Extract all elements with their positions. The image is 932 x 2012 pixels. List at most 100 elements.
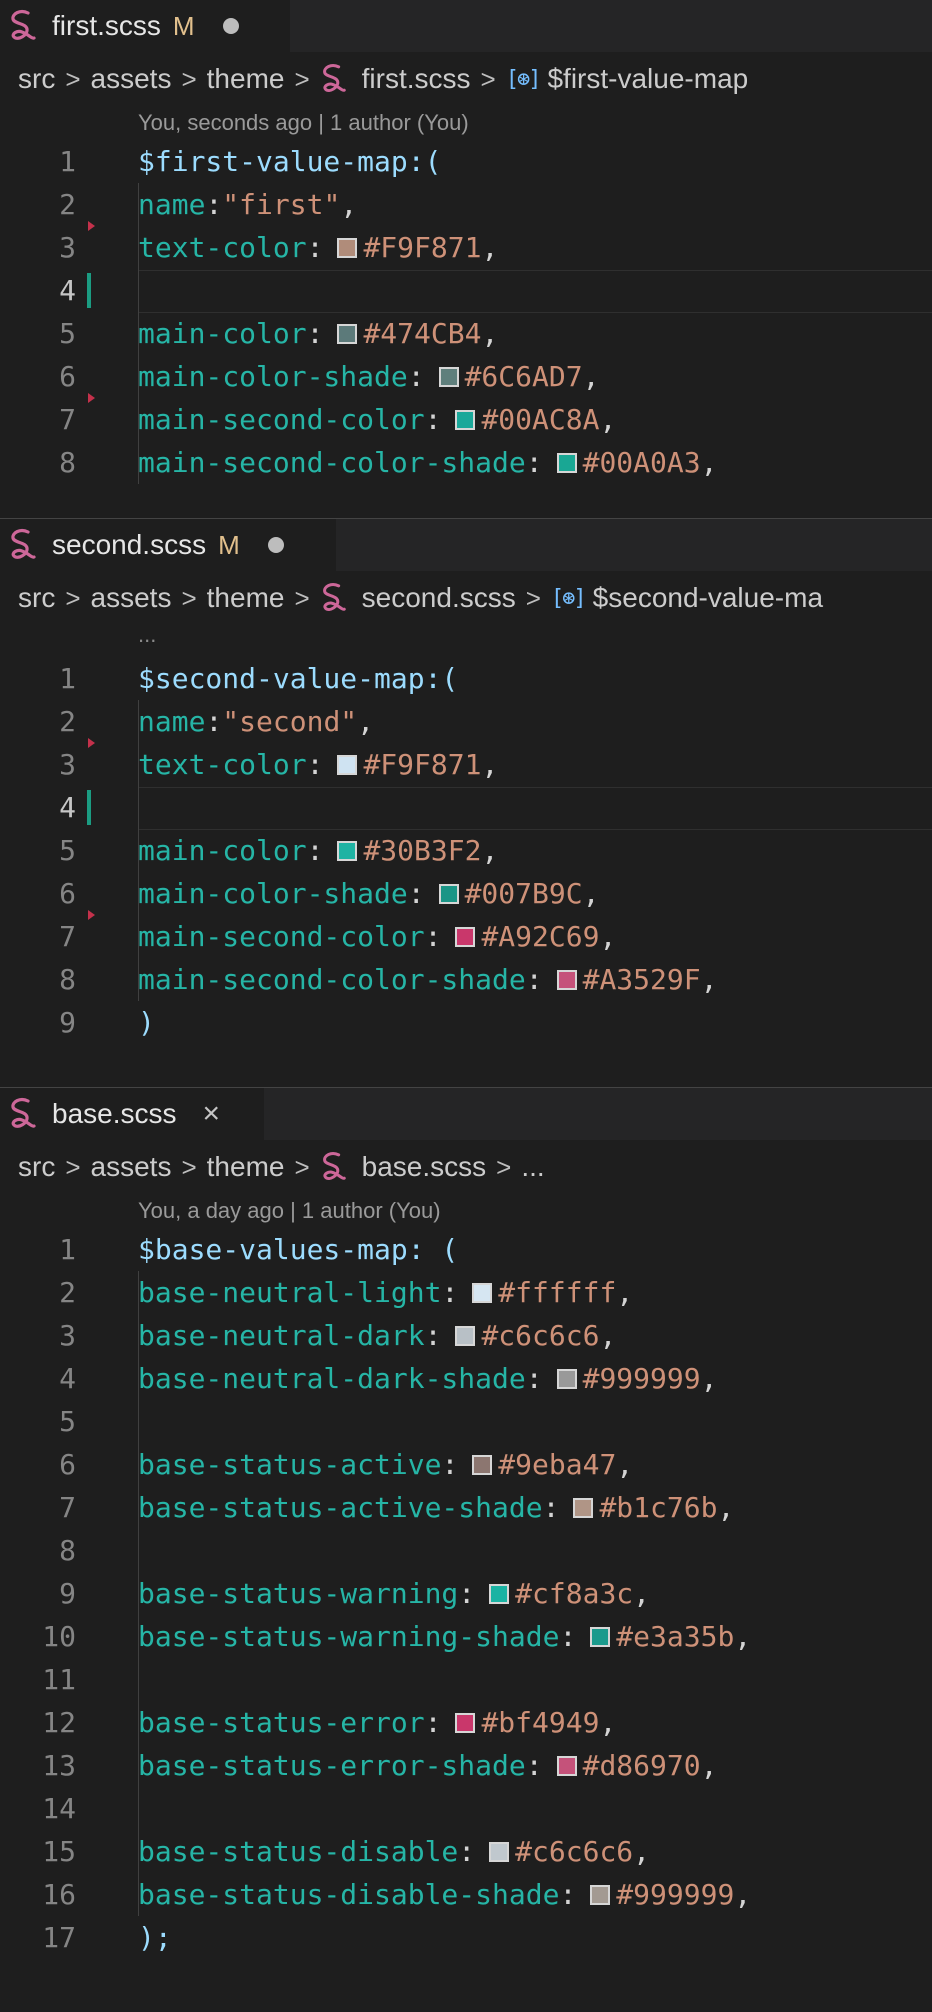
color-swatch-icon[interactable] — [489, 1583, 510, 1604]
colon: : — [306, 231, 324, 264]
color-swatch-icon[interactable] — [573, 1497, 594, 1518]
color-swatch-icon[interactable] — [438, 366, 459, 387]
color-swatch-icon[interactable] — [337, 323, 358, 344]
code-line[interactable]: 15 base-status-disable: #c6c6c6, — [0, 1830, 932, 1873]
code-line[interactable]: 1 $first-value-map:( — [0, 140, 932, 183]
code-line[interactable]: 8 main-second-color-shade: #A3529F, — [0, 958, 932, 1001]
code-area[interactable]: 1 $base-values-map: (2 base-neutral-light… — [0, 1228, 932, 1959]
code-line[interactable]: 2 name: "first", — [0, 183, 932, 226]
line-number: 5 — [59, 834, 76, 867]
color-swatch-icon[interactable] — [590, 1626, 611, 1647]
code-line[interactable]: 5 main-color: #30B3F2, — [0, 829, 932, 872]
close-icon[interactable]: × — [203, 1099, 221, 1129]
tab-base-scss[interactable]: base.scss × — [0, 1088, 264, 1140]
code-line[interactable]: 6 base-status-active: #9eba47, — [0, 1443, 932, 1486]
code-line[interactable]: 17); — [0, 1916, 932, 1959]
code-line[interactable]: 1 $second-value-map:( — [0, 657, 932, 700]
line-content: text-color: #F9F871, — [138, 231, 498, 264]
breadcrumb-item-theme[interactable]: theme — [207, 63, 285, 95]
breadcrumb-symbol[interactable]: $first-value-map — [547, 63, 748, 95]
color-swatch-icon[interactable] — [472, 1454, 493, 1475]
code-line[interactable]: 16 base-status-disable-shade: #999999, — [0, 1873, 932, 1916]
breadcrumb-item-theme[interactable]: theme — [207, 1151, 285, 1183]
color-swatch-icon[interactable] — [337, 754, 358, 775]
tab-second-scss[interactable]: second.scss M — [0, 519, 336, 571]
comma: , — [700, 446, 718, 479]
color-swatch-icon[interactable] — [556, 1755, 577, 1776]
unsaved-dot-icon[interactable] — [222, 18, 239, 34]
codelens-blame[interactable]: You, seconds ago | 1 author (You) — [0, 106, 932, 140]
code-area[interactable]: 1 $first-value-map:( 2 name: "first", 3 tex… — [0, 140, 932, 484]
color-swatch-icon[interactable] — [556, 969, 577, 990]
color-swatch-icon[interactable] — [472, 1282, 493, 1303]
color-swatch-icon[interactable] — [590, 1884, 611, 1905]
breadcrumb-item-file[interactable]: base.scss — [320, 1150, 486, 1184]
color-swatch-icon[interactable] — [455, 926, 476, 947]
code-line[interactable]: 3 text-color: #F9F871, — [0, 743, 932, 786]
map-key: base-status-disable-shade — [138, 1878, 560, 1911]
line-number: 12 — [42, 1706, 76, 1739]
code-line[interactable]: 4 base-neutral-dark-shade: #999999, — [0, 1357, 932, 1400]
comma: , — [734, 1620, 752, 1653]
code-line[interactable]: 11 — [0, 1658, 932, 1701]
color-swatch-icon[interactable] — [337, 237, 358, 258]
code-line[interactable]: 2 name: "second", — [0, 700, 932, 743]
code-line[interactable]: 8 main-second-color-shade: #00A0A3, — [0, 441, 932, 484]
code-line[interactable]: 12 base-status-error: #bf4949, — [0, 1701, 932, 1744]
map-key: main-second-color-shade — [138, 963, 526, 996]
color-swatch-icon[interactable] — [556, 452, 577, 473]
git-deleted-marker-icon[interactable] — [88, 393, 95, 403]
breadcrumb-item-assets[interactable]: assets — [91, 63, 172, 95]
code-line[interactable]: 3 base-neutral-dark: #c6c6c6, — [0, 1314, 932, 1357]
breadcrumb-item-theme[interactable]: theme — [207, 582, 285, 614]
code-line[interactable]: 7 base-status-active-shade: #b1c76b, — [0, 1486, 932, 1529]
code-area[interactable]: 1 $second-value-map:(2 name: "second", 3 t… — [0, 657, 932, 1044]
code-line[interactable]: 5 — [0, 1400, 932, 1443]
tab-first-scss[interactable]: first.scss M — [0, 0, 290, 52]
color-value: #A3529F — [582, 963, 701, 996]
code-line[interactable]: 9) — [0, 1001, 932, 1044]
color-swatch-icon[interactable] — [489, 1841, 510, 1862]
breadcrumb-item-file[interactable]: first.scss — [320, 62, 471, 96]
code-line[interactable]: 6 main-color-shade: #6C6AD7, — [0, 355, 932, 398]
breadcrumb-item-assets[interactable]: assets — [91, 1151, 172, 1183]
color-swatch-icon[interactable] — [438, 883, 459, 904]
breadcrumb-item-src[interactable]: src — [18, 1151, 55, 1183]
code-line[interactable]: 8 — [0, 1529, 932, 1572]
git-deleted-marker-icon[interactable] — [88, 910, 95, 920]
color-swatch-icon[interactable] — [455, 1325, 476, 1346]
color-swatch-icon[interactable] — [337, 840, 358, 861]
code-line[interactable]: 7 main-second-color: #00AC8A, — [0, 398, 932, 441]
color-swatch-icon[interactable] — [455, 1712, 476, 1733]
code-line[interactable]: 2 base-neutral-light: #ffffff, — [0, 1271, 932, 1314]
map-declaration: ) — [138, 1006, 155, 1039]
breadcrumb-item-src[interactable]: src — [18, 582, 55, 614]
indent-guide — [138, 1271, 139, 1916]
code-line[interactable]: 6 main-color-shade: #007B9C, — [0, 872, 932, 915]
map-key: base-neutral-dark — [138, 1319, 425, 1352]
code-line[interactable]: 7 main-second-color: #A92C69, — [0, 915, 932, 958]
codelens-blame[interactable]: You, a day ago | 1 author (You) — [0, 1194, 932, 1228]
code-line[interactable]: 14 — [0, 1787, 932, 1830]
breadcrumb-symbol[interactable]: ... — [521, 1151, 544, 1183]
line-content: $second-value-map:( — [138, 662, 458, 695]
breadcrumb-symbol[interactable]: $second-value-ma — [593, 582, 823, 614]
code-line[interactable]: 13 base-status-error-shade: #d86970, — [0, 1744, 932, 1787]
code-line[interactable]: 9 base-status-warning: #cf8a3c, — [0, 1572, 932, 1615]
breadcrumb-item-file[interactable]: second.scss — [320, 581, 516, 615]
unsaved-dot-icon[interactable] — [267, 537, 284, 553]
code-line[interactable]: 5 main-color: #474CB4, — [0, 312, 932, 355]
line-number: 1 — [59, 1233, 76, 1266]
breadcrumb-item-assets[interactable]: assets — [91, 582, 172, 614]
code-line[interactable]: 1 $base-values-map: ( — [0, 1228, 932, 1271]
color-swatch-icon[interactable] — [556, 1368, 577, 1389]
breadcrumb-item-src[interactable]: src — [18, 63, 55, 95]
color-swatch-icon[interactable] — [455, 409, 476, 430]
git-deleted-marker-icon[interactable] — [88, 738, 95, 748]
git-deleted-marker-icon[interactable] — [88, 221, 95, 231]
line-content: $first-value-map:( — [138, 145, 441, 178]
folded-lens-ellipsis[interactable]: ... — [0, 624, 932, 657]
line-number: 1 — [59, 145, 76, 178]
code-line[interactable]: 10 base-status-warning-shade: #e3a35b, — [0, 1615, 932, 1658]
code-line[interactable]: 3 text-color: #F9F871, — [0, 226, 932, 269]
